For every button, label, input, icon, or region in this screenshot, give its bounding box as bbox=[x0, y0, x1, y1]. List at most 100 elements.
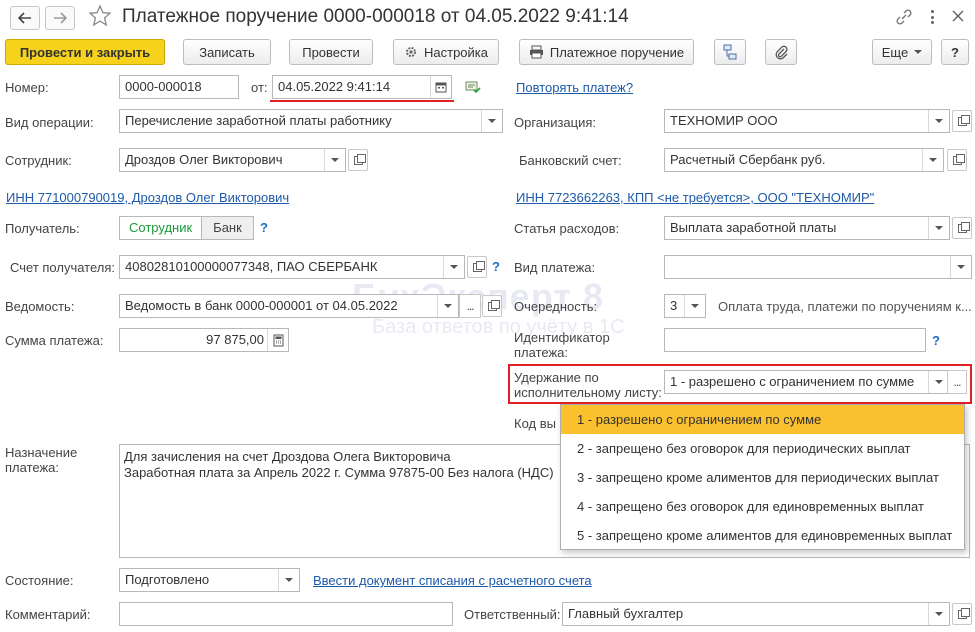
help-button[interactable]: ? bbox=[941, 39, 969, 65]
state-value: Подготовлено bbox=[125, 572, 210, 587]
organization-open-button[interactable] bbox=[952, 110, 972, 132]
payment-type-select[interactable] bbox=[664, 255, 972, 279]
operation-select[interactable]: Перечисление заработной платы работнику bbox=[119, 109, 503, 133]
amount-field[interactable]: 97 875,00 bbox=[119, 328, 289, 352]
organization-inn-link[interactable]: ИНН 7723662263, КПП <не требуется>, ООО … bbox=[516, 190, 874, 205]
open-form-icon bbox=[957, 607, 970, 619]
dropdown-item[interactable]: 1 - разрешено с ограничением по сумме bbox=[561, 405, 964, 434]
structure-button[interactable] bbox=[714, 39, 746, 65]
operation-dropdown-button[interactable] bbox=[481, 110, 502, 132]
chevron-down-icon bbox=[957, 265, 965, 269]
settings-button[interactable]: Настройка bbox=[393, 39, 499, 65]
chevron-down-icon bbox=[929, 158, 937, 162]
settings-label: Настройка bbox=[424, 44, 488, 60]
statement-open-button[interactable] bbox=[482, 295, 502, 317]
dropdown-item[interactable]: 4 - запрещено без оговорок для единоврем… bbox=[561, 492, 964, 521]
help-label: ? bbox=[951, 44, 959, 60]
print-payment-order-button[interactable]: Платежное поручение bbox=[519, 39, 694, 65]
recipient-account-value: 40802810100000077348, ПАО СБЕРБАНК bbox=[125, 259, 378, 274]
state-select[interactable]: Подготовлено bbox=[119, 568, 300, 592]
number-field[interactable]: 0000-000018 bbox=[119, 75, 239, 99]
number-label: Номер: bbox=[5, 80, 49, 95]
state-dropdown-button[interactable] bbox=[278, 569, 299, 591]
repeat-payment-link[interactable]: Повторять платеж? bbox=[516, 80, 633, 95]
responsible-select[interactable]: Главный бухгалтер bbox=[562, 602, 950, 626]
employee-dropdown-button[interactable] bbox=[324, 149, 345, 171]
post-button[interactable]: Провести bbox=[289, 39, 373, 65]
chevron-down-icon bbox=[331, 158, 339, 162]
responsible-dropdown-button[interactable] bbox=[928, 603, 949, 625]
calculator-button[interactable] bbox=[267, 329, 288, 351]
dropdown-item[interactable]: 3 - запрещено кроме алиментов для период… bbox=[561, 463, 964, 492]
chevron-down-icon bbox=[450, 265, 458, 269]
structure-icon bbox=[723, 44, 737, 60]
payment-id-help-icon[interactable]: ? bbox=[932, 333, 940, 348]
back-button[interactable] bbox=[10, 6, 40, 30]
responsible-open-button[interactable] bbox=[952, 603, 972, 625]
number-value: 0000-000018 bbox=[125, 79, 202, 94]
expense-dropdown-button[interactable] bbox=[928, 217, 949, 239]
open-form-icon bbox=[952, 153, 965, 165]
expense-select[interactable]: Выплата заработной платы bbox=[664, 216, 950, 240]
withholding-value: 1 - разрешено с ограничением по сумме bbox=[670, 374, 915, 389]
employee-open-button[interactable] bbox=[348, 149, 368, 171]
recipient-help-icon[interactable]: ? bbox=[260, 220, 268, 235]
employee-inn-link[interactable]: ИНН 771000790019, Дроздов Олег Викторови… bbox=[6, 190, 289, 205]
organization-dropdown-button[interactable] bbox=[928, 110, 949, 132]
open-form-icon bbox=[957, 114, 970, 126]
chevron-down-icon bbox=[935, 119, 943, 123]
dropdown-item[interactable]: 5 - запрещено кроме алиментов для единов… bbox=[561, 521, 964, 550]
forward-button[interactable] bbox=[45, 6, 75, 30]
priority-description: Оплата труда, платежи по поручениям к... bbox=[718, 299, 972, 314]
withholding-select-button[interactable]: ... bbox=[947, 370, 967, 394]
recipient-label: Получатель: bbox=[5, 221, 80, 236]
employee-select[interactable]: Дроздов Олег Викторович bbox=[119, 148, 346, 172]
bank-account-open-button[interactable] bbox=[947, 149, 967, 171]
dropdown-item[interactable]: 2 - запрещено без оговорок для периодиче… bbox=[561, 434, 964, 463]
favorite-star-icon[interactable] bbox=[88, 4, 114, 30]
post-and-close-button[interactable]: Провести и закрыть bbox=[5, 39, 165, 65]
payment-id-field[interactable] bbox=[664, 328, 926, 352]
expense-value: Выплата заработной платы bbox=[670, 220, 837, 235]
bank-account-value: Расчетный Сбербанк руб. bbox=[670, 152, 826, 167]
payment-type-label: Вид платежа: bbox=[514, 260, 596, 275]
recipient-option-employee[interactable]: Сотрудник bbox=[120, 217, 203, 239]
bank-account-select[interactable]: Расчетный Сбербанк руб. bbox=[664, 148, 944, 172]
chevron-down-icon bbox=[914, 50, 923, 54]
create-writeoff-link[interactable]: Ввести документ списания с расчетного сч… bbox=[313, 573, 592, 588]
comment-field[interactable] bbox=[119, 602, 453, 626]
statement-select-button[interactable]: ... bbox=[459, 294, 481, 318]
organization-label: Организация: bbox=[514, 115, 597, 130]
chevron-down-icon bbox=[488, 119, 496, 123]
priority-select[interactable]: 3 bbox=[664, 294, 706, 318]
more-vertical-icon[interactable] bbox=[927, 8, 937, 26]
expense-open-button[interactable] bbox=[952, 217, 972, 239]
recipient-account-help-icon[interactable]: ? bbox=[492, 259, 500, 274]
organization-select[interactable]: ТЕХНОМИР ООО bbox=[664, 109, 950, 133]
recipient-account-open-button[interactable] bbox=[467, 256, 487, 278]
print-label: Платежное поручение bbox=[549, 44, 685, 60]
recipient-account-dropdown-button[interactable] bbox=[443, 256, 464, 278]
priority-dropdown-button[interactable] bbox=[684, 295, 705, 317]
close-icon[interactable] bbox=[950, 8, 968, 26]
more-button[interactable]: Еще bbox=[872, 39, 932, 65]
paperclip-icon bbox=[775, 45, 788, 60]
gear-icon bbox=[406, 47, 416, 57]
calculator-icon bbox=[273, 334, 283, 346]
save-button[interactable]: Записать bbox=[183, 39, 271, 65]
withholding-dropdown-button[interactable] bbox=[928, 371, 949, 393]
commit-date-icon[interactable] bbox=[465, 80, 483, 96]
statement-dropdown-button[interactable] bbox=[437, 295, 458, 317]
window-title: Платежное поручение 0000-000018 от 04.05… bbox=[122, 6, 629, 27]
recipient-option-bank[interactable]: Банк bbox=[202, 217, 253, 239]
expense-label: Статья расходов: bbox=[514, 221, 620, 236]
payment-type-dropdown-button[interactable] bbox=[950, 256, 971, 278]
operation-value: Перечисление заработной платы работнику bbox=[125, 113, 392, 128]
statement-select[interactable]: Ведомость в банк 0000-000001 от 04.05.20… bbox=[119, 294, 459, 318]
bank-account-dropdown-button[interactable] bbox=[922, 149, 943, 171]
withholding-select[interactable]: 1 - разрешено с ограничением по сумме bbox=[664, 370, 950, 394]
recipient-account-select[interactable]: 40802810100000077348, ПАО СБЕРБАНК bbox=[119, 255, 465, 279]
link-icon[interactable] bbox=[895, 8, 915, 26]
attach-button[interactable] bbox=[765, 39, 797, 65]
withholding-dropdown-list: 1 - разрешено с ограничением по сумме 2 … bbox=[560, 404, 965, 550]
